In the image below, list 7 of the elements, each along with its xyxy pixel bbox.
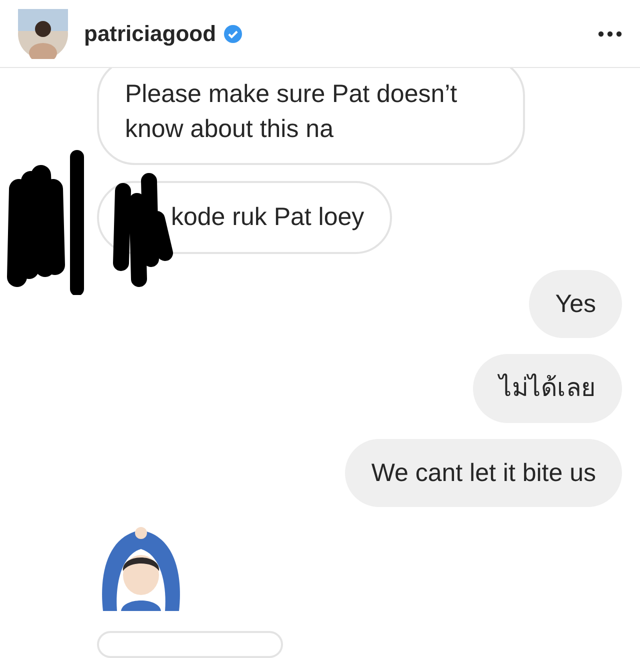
message-bubble: We cant let it bite us: [345, 438, 622, 507]
message-bubble: ไม่ได้เลย: [473, 354, 622, 422]
message-bubble: Please make sure Pat doesn’t know about this na: [97, 68, 525, 165]
username[interactable]: patriciagood: [84, 17, 216, 50]
avatar[interactable]: [18, 8, 68, 58]
more-options-icon[interactable]: [598, 30, 622, 36]
message-bubble: Yes: [529, 270, 622, 338]
